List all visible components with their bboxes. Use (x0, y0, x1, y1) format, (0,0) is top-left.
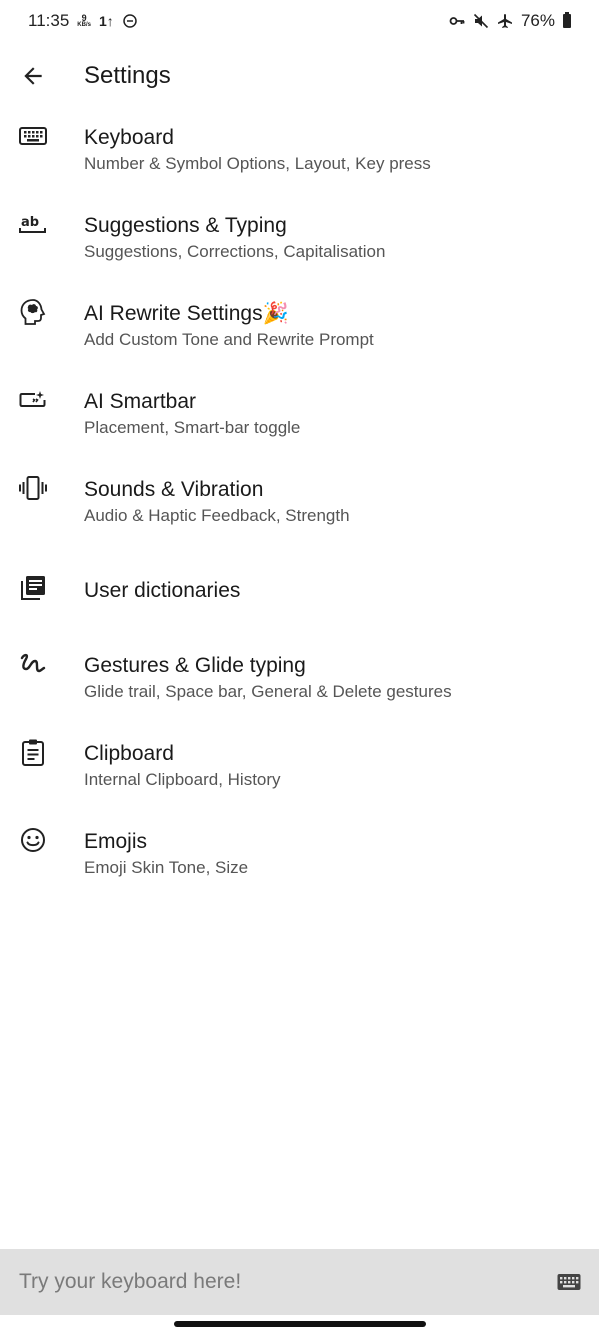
setting-text: Clipboard Internal Clipboard, History (84, 741, 579, 792)
setting-subtitle: Internal Clipboard, History (84, 770, 281, 789)
airplane-icon (497, 13, 513, 29)
vibration-icon (17, 472, 49, 504)
setting-subtitle: Audio & Haptic Feedback, Strength (84, 506, 350, 525)
setting-subtitle: Add Custom Tone and Rewrite Prompt (84, 330, 374, 349)
setting-clipboard[interactable]: Clipboard Internal Clipboard, History (0, 724, 599, 812)
setting-title: Suggestions & Typing (84, 214, 287, 237)
page-title: Settings (84, 62, 171, 89)
net-speed-indicator: 9 KB/s (77, 12, 91, 29)
status-right: 76% (449, 11, 571, 31)
try-keyboard-bar (0, 1249, 599, 1315)
mute-icon (473, 13, 489, 29)
setting-text: Suggestions & Typing Suggestions, Correc… (84, 213, 579, 264)
gesture-navigation-handle[interactable] (174, 1321, 426, 1327)
net-speed-value: 9 (81, 12, 87, 23)
keyboard-icon (17, 120, 49, 152)
setting-title: AI Smartbar (84, 390, 197, 413)
status-left: 11:35 9 KB/s 1↑ (28, 11, 138, 31)
setting-subtitle: Glide trail, Space bar, General & Delete… (84, 682, 452, 701)
dnd-icon (122, 13, 138, 29)
setting-text: Sounds & Vibration Audio & Haptic Feedba… (84, 477, 579, 528)
battery-percentage: 76% (520, 11, 555, 30)
setting-title: Gestures & Glide typing (84, 654, 306, 677)
setting-gestures-glide[interactable]: Gestures & Glide typing Glide trail, Spa… (0, 636, 599, 724)
emoji-icon (17, 824, 49, 856)
setting-user-dictionaries[interactable]: User dictionaries (0, 548, 599, 636)
setting-sounds-vibration[interactable]: Sounds & Vibration Audio & Haptic Feedba… (0, 460, 599, 548)
keyboard-icon (557, 1274, 581, 1290)
setting-title: Emojis (84, 830, 148, 853)
setting-title: User dictionaries (84, 579, 241, 602)
clipboard-icon (17, 736, 49, 768)
setting-emojis[interactable]: Emojis Emoji Skin Tone, Size (0, 812, 599, 900)
settings-list: Keyboard Number & Symbol Options, Layout… (0, 108, 599, 900)
setting-text: Gestures & Glide typing Glide trail, Spa… (84, 653, 579, 704)
net-speed-unit: KB/s (77, 21, 91, 28)
back-button[interactable] (17, 60, 49, 92)
svg-text:ab: ab (21, 215, 39, 230)
try-keyboard-input[interactable] (19, 1270, 555, 1294)
setting-text: Emojis Emoji Skin Tone, Size (84, 829, 579, 880)
ai-brain-icon (17, 296, 49, 328)
spellcheck-icon: ab (17, 208, 49, 240)
status-time: 11:35 (28, 11, 70, 30)
smartbar-icon (17, 384, 49, 416)
setting-keyboard[interactable]: Keyboard Number & Symbol Options, Layout… (0, 108, 599, 196)
setting-title: Clipboard (84, 742, 174, 765)
app-bar: Settings (0, 48, 599, 104)
setting-subtitle: Suggestions, Corrections, Capitalisation (84, 242, 386, 261)
setting-title: Sounds & Vibration (84, 478, 264, 501)
setting-text: Keyboard Number & Symbol Options, Layout… (84, 125, 579, 176)
setting-suggestions-typing[interactable]: ab Suggestions & Typing Suggestions, Cor… (0, 196, 599, 284)
arrow-back-icon (24, 67, 42, 85)
setting-ai-rewrite[interactable]: AI Rewrite Settings🎉 Add Custom Tone and… (0, 284, 599, 372)
setting-text: AI Rewrite Settings🎉 Add Custom Tone and… (84, 301, 579, 352)
gesture-icon (17, 648, 49, 680)
setting-text: AI Smartbar Placement, Smart-bar toggle (84, 389, 579, 440)
setting-subtitle: Emoji Skin Tone, Size (84, 858, 249, 877)
setting-ai-smartbar[interactable]: AI Smartbar Placement, Smart-bar toggle (0, 372, 599, 460)
data-indicator: 1↑ (98, 13, 114, 29)
setting-title: AI Rewrite Settings🎉 (84, 302, 289, 325)
status-bar: 11:35 9 KB/s 1↑ 76% (0, 0, 599, 42)
dictionary-icon (17, 572, 49, 604)
keyboard-toggle-button[interactable] (555, 1268, 583, 1296)
setting-text: User dictionaries (84, 578, 579, 604)
vpn-key-icon (449, 13, 465, 29)
battery-icon (563, 12, 571, 28)
setting-title: Keyboard (84, 126, 174, 149)
setting-subtitle: Placement, Smart-bar toggle (84, 418, 301, 437)
setting-subtitle: Number & Symbol Options, Layout, Key pre… (84, 154, 431, 173)
